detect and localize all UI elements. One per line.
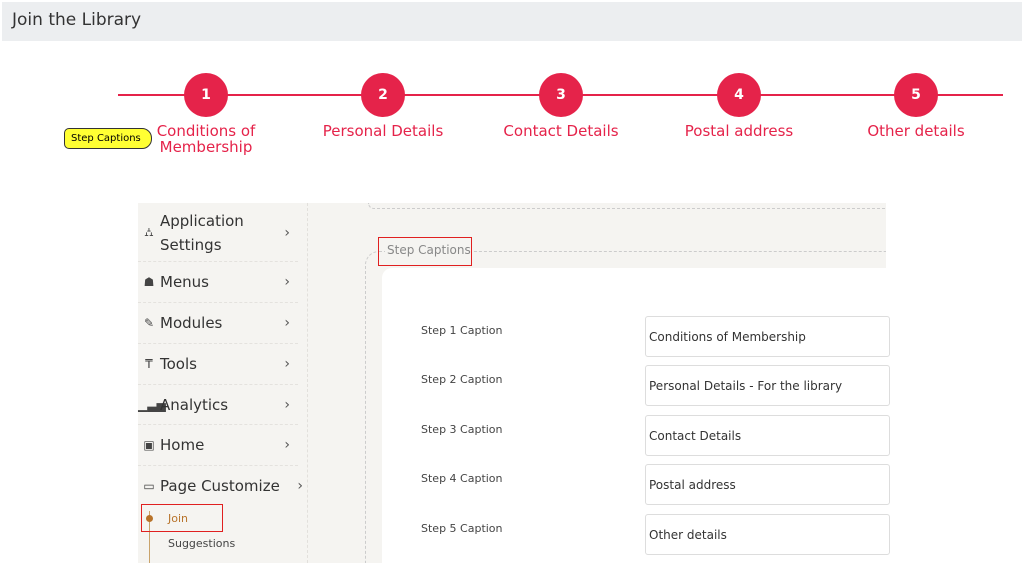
page-header: Join the Library (2, 2, 1022, 41)
sidebar-item-home[interactable]: ▣Home› (138, 425, 298, 466)
page-icon: ▣ (138, 438, 160, 452)
form-card: Step 1 CaptionConditions of Membership S… (382, 268, 886, 563)
field-label: Step 4 Caption (421, 472, 503, 485)
edit-icon: ✎ (138, 316, 160, 330)
field-label: Step 5 Caption (421, 522, 503, 535)
step-5[interactable]: 5 (894, 73, 938, 117)
form-row: Step 5 CaptionOther details (382, 514, 886, 555)
layers-icon: ▭ (138, 479, 160, 493)
step-5-caption-input[interactable]: Other details (645, 514, 890, 555)
sidebar-item-menus[interactable]: ☗Menus› (138, 262, 298, 303)
sidebar-item-page-customize[interactable]: ▭Page Customize› (138, 466, 303, 506)
field-label: Step 1 Caption (421, 324, 503, 337)
chart-icon: ▁▃▅ (138, 398, 160, 412)
field-label: Step 3 Caption (421, 423, 503, 436)
tools-icon: ₸ (138, 357, 160, 371)
field-label: Step 2 Caption (421, 373, 503, 386)
form-row: Step 3 CaptionContact Details (382, 415, 886, 456)
form-row: Step 2 CaptionPersonal Details - For the… (382, 365, 886, 406)
sidebar-item-tools[interactable]: ₸Tools› (138, 344, 298, 385)
step-1[interactable]: 1 (184, 73, 228, 117)
sidebar: ⛼Application Settings› ☗Menus› ✎Modules›… (138, 203, 308, 563)
step-2-label: Personal Details (303, 123, 463, 139)
form-row: Step 1 CaptionConditions of Membership (382, 316, 886, 357)
chevron-right-icon: › (284, 225, 290, 241)
sidebar-item-application-settings[interactable]: ⛼Application Settings› (138, 205, 298, 262)
sidebar-item-modules[interactable]: ✎Modules› (138, 303, 298, 344)
step-3[interactable]: 3 (539, 73, 583, 117)
chevron-right-icon: › (297, 478, 303, 494)
step-4-label: Postal address (659, 123, 819, 139)
submenu-suggestions[interactable]: Suggestions (168, 537, 235, 550)
home-icon: ☗ (138, 275, 160, 289)
chevron-right-icon: › (284, 437, 290, 453)
step-captions-callout: Step Captions (64, 128, 152, 149)
step-1-caption-input[interactable]: Conditions of Membership (645, 316, 890, 357)
step-3-label: Contact Details (481, 123, 641, 139)
step-3-caption-input[interactable]: Contact Details (645, 415, 890, 456)
chevron-right-icon: › (284, 397, 290, 413)
page-title: Join the Library (12, 10, 141, 30)
sidebar-item-analytics[interactable]: ▁▃▅Analytics› (138, 385, 298, 425)
highlight-box (378, 237, 472, 266)
step-2-caption-input[interactable]: Personal Details - For the library (645, 365, 890, 406)
highlight-box (141, 504, 223, 532)
step-4-caption-input[interactable]: Postal address (645, 464, 890, 505)
admin-panel: ⛼Application Settings› ☗Menus› ✎Modules›… (138, 203, 886, 563)
step-5-label: Other details (836, 123, 996, 139)
chevron-right-icon: › (284, 315, 290, 331)
sitemap-icon: ⛼ (138, 225, 160, 241)
chevron-right-icon: › (284, 274, 290, 290)
step-4[interactable]: 4 (717, 73, 761, 117)
section-divider (368, 203, 886, 209)
chevron-right-icon: › (284, 356, 290, 372)
form-row: Step 4 CaptionPostal address (382, 464, 886, 505)
step-2[interactable]: 2 (361, 73, 405, 117)
